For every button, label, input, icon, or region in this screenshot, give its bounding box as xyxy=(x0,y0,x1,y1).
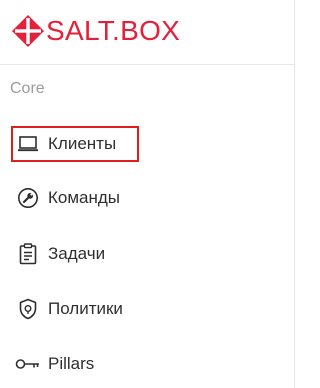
sidebar: SALT.BOX Core Клиенты Команды Задачи Пол… xyxy=(0,0,295,388)
laptop-icon xyxy=(15,131,41,157)
sidebar-item-label: Политики xyxy=(48,299,123,318)
saltbox-logo-icon xyxy=(12,15,44,47)
sidebar-item-clients[interactable]: Клиенты xyxy=(11,126,139,162)
brand-name: SALT.BOX xyxy=(46,15,181,46)
sidebar-item-label: Клиенты xyxy=(48,134,117,153)
sidebar-item-tasks[interactable]: Задачи xyxy=(11,237,251,271)
shield-icon xyxy=(15,296,41,322)
sidebar-item-label: Pillars xyxy=(48,354,95,373)
wrench-icon xyxy=(15,185,41,211)
sidebar-item-pillars[interactable]: Pillars xyxy=(11,347,251,381)
sidebar-item-label: Задачи xyxy=(48,244,106,263)
key-icon xyxy=(15,351,41,377)
clipboard-icon xyxy=(15,241,41,267)
sidebar-header: SALT.BOX xyxy=(0,0,294,65)
sidebar-item-commands[interactable]: Команды xyxy=(11,181,251,215)
sidebar-item-policies[interactable]: Политики xyxy=(11,292,251,326)
section-label-core: Core xyxy=(10,80,45,97)
brand-logo[interactable]: SALT.BOX xyxy=(11,14,180,48)
sidebar-item-label: Команды xyxy=(48,188,121,207)
